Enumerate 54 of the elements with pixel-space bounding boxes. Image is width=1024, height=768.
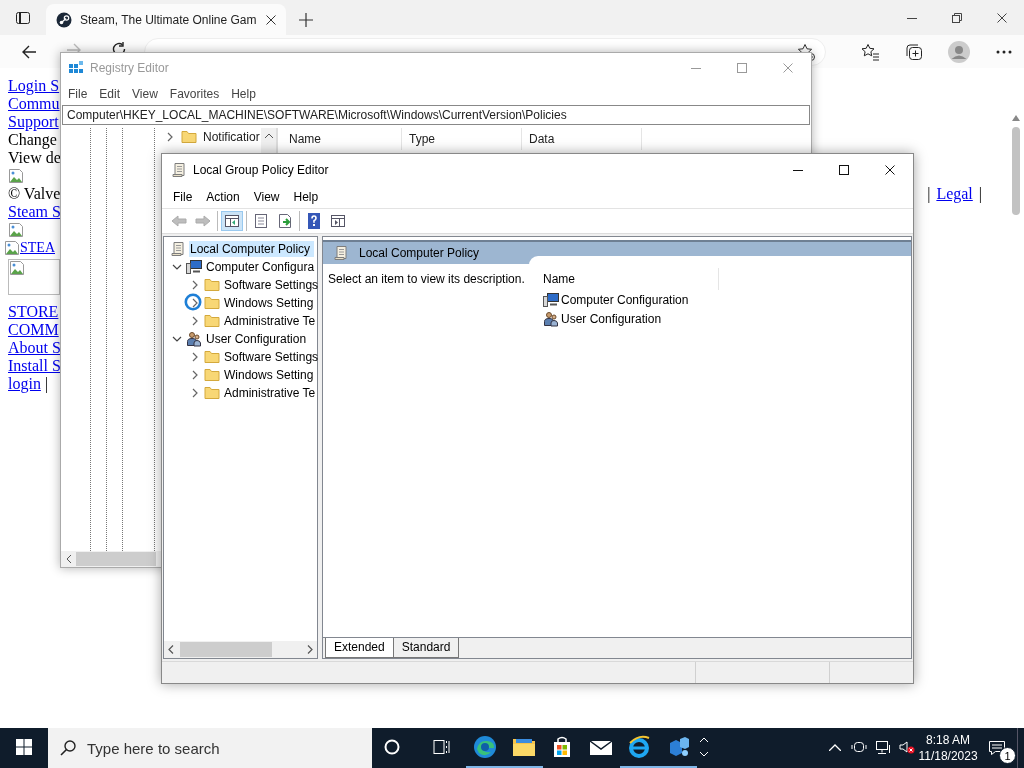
tree-item[interactable]: Notificatior: [203, 130, 260, 144]
browser-tab[interactable]: Steam, The Ultimate Online Gam: [46, 4, 286, 35]
page-text: |: [927, 185, 931, 203]
menu-item[interactable]: Action: [199, 190, 247, 204]
tree-item[interactable]: Windows Setting: [223, 367, 315, 383]
address-field[interactable]: Computer\HKEY_LOCAL_MACHINE\SOFTWARE\Microsoft\Windows\CurrentVersion\Policies: [62, 105, 810, 125]
menu-item[interactable]: View: [246, 190, 287, 204]
menu-item[interactable]: Edit: [93, 87, 127, 101]
page-link[interactable]: login: [8, 375, 41, 393]
window-title: Registry Editor: [90, 61, 170, 75]
menu-item[interactable]: File: [62, 87, 94, 101]
menu-item[interactable]: View: [126, 87, 164, 101]
image-link[interactable]: STEA: [4, 239, 55, 257]
view-tab[interactable]: Extended: [325, 638, 394, 658]
description-text: Select an item to view its description.: [327, 271, 526, 288]
column-header[interactable]: Name: [282, 128, 402, 150]
menu-item[interactable]: Favorites: [163, 87, 226, 101]
page-link[interactable]: Steam S: [8, 203, 61, 221]
notifications-button[interactable]: 1: [977, 728, 1017, 768]
page-text: Change: [8, 131, 57, 149]
view-tab[interactable]: Standard: [392, 638, 460, 658]
page-link[interactable]: Login S: [8, 77, 60, 95]
clock[interactable]: 8:18 AM 11/18/2023: [919, 728, 977, 768]
tree-item[interactable]: Windows Setting: [223, 295, 315, 311]
menu-item[interactable]: Help: [225, 87, 262, 101]
window-title: Local Group Policy Editor: [193, 163, 330, 177]
page-link[interactable]: Commu: [8, 95, 60, 113]
page-text: View de: [8, 149, 61, 167]
search-field[interactable]: Type here to search: [48, 728, 372, 768]
column-header[interactable]: Data: [522, 128, 642, 150]
tree-item[interactable]: Administrative Te: [223, 313, 317, 329]
tree-item[interactable]: Local Computer Policy: [189, 241, 315, 257]
page-link[interactable]: STORE: [8, 303, 59, 321]
column-header[interactable]: Name: [543, 272, 575, 286]
list-item[interactable]: Computer Configuration: [561, 292, 689, 307]
tree-item[interactable]: User Configuration: [205, 331, 308, 347]
list-item[interactable]: User Configuration: [561, 311, 662, 326]
page-text: © Valve: [8, 185, 61, 203]
tree-item[interactable]: Software Settings: [223, 349, 320, 365]
page-link[interactable]: Legal: [936, 185, 973, 203]
page-link[interactable]: Support: [8, 113, 59, 131]
tree-item[interactable]: Software Settings: [223, 277, 320, 293]
page-text: |: [978, 185, 982, 203]
menu-item[interactable]: File: [166, 190, 200, 204]
column-header[interactable]: Type: [402, 128, 522, 150]
page-link[interactable]: COMM: [8, 321, 59, 339]
page-text: |: [44, 375, 49, 393]
menu-item[interactable]: Help: [286, 190, 326, 204]
tree-item[interactable]: Computer Configura: [205, 259, 316, 275]
notification-badge: 1: [999, 747, 1016, 764]
tree-item[interactable]: Administrative Te: [223, 385, 317, 401]
page-link[interactable]: About S: [8, 339, 61, 357]
page-link[interactable]: Install S: [8, 357, 61, 375]
pane-heading: Local Computer Policy: [359, 246, 480, 260]
